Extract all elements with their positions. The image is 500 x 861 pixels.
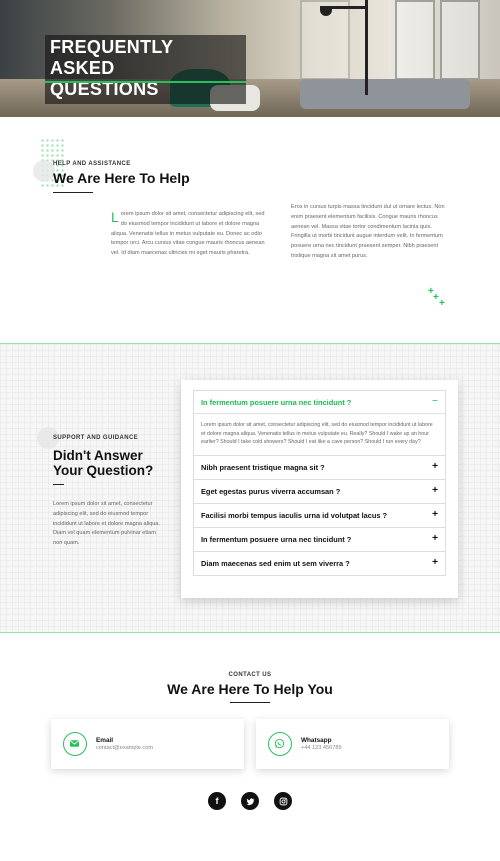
faq-question-toggle[interactable]: In fermentum posuere urna nec tincidunt … (194, 528, 445, 551)
blob-decor (33, 160, 55, 182)
faq-question-toggle[interactable]: Diam maecenas sed enim ut sem viverra ? + (194, 552, 445, 575)
sofa-decor (300, 79, 470, 109)
page-title: FREQUENTLY ASKED QUESTIONS (45, 35, 246, 104)
contact-card-whatsapp[interactable]: Whatsapp +44 123 456789 (256, 719, 449, 769)
help-paragraph-2: Eros in cursus turpis massa tincidunt du… (291, 204, 445, 259)
support-paragraph: Lorem ipsum dolor sit amet, consectetur … (53, 501, 160, 547)
plus-icon[interactable]: + (432, 510, 438, 520)
contact-value[interactable]: contact@example.com (96, 745, 153, 751)
whatsapp-icon (268, 732, 292, 756)
help-paragraph-1-text: orem ipsum dolor sit amet, consectetur a… (111, 211, 265, 257)
plus-icon: + (433, 292, 439, 303)
section-heading: Didn't Answer Your Question? (53, 448, 153, 478)
faq-question-toggle[interactable]: Eget egestas purus viverra accumsan ? + (194, 480, 445, 503)
faq-question: In fermentum posuere urna nec tincidunt … (201, 534, 352, 544)
drop-cap: L (111, 209, 119, 225)
section-heading: We Are Here To Help (53, 170, 190, 186)
faq-question: Diam maecenas sed enim ut sem viverra ? (201, 558, 350, 568)
contact-value[interactable]: +44 123 456789 (301, 745, 342, 751)
heading-underline (53, 484, 64, 485)
facebook-icon[interactable]: f (208, 792, 226, 810)
section-divider (0, 632, 500, 633)
faq-item[interactable]: Facilisi morbi tempus iaculis urna id vo… (193, 503, 446, 528)
faq-item[interactable]: Nibh praesent tristique magna sit ? + (193, 455, 446, 480)
faq-item[interactable]: Eget egestas purus viverra accumsan ? + (193, 479, 446, 504)
window-decor (440, 0, 480, 80)
plus-icon[interactable]: + (432, 462, 438, 472)
faq-question: Nibh praesent tristique magna sit ? (201, 462, 325, 472)
faq-accordion: In fermentum posuere urna nec tincidunt … (193, 390, 446, 576)
faq-item[interactable]: Diam maecenas sed enim ut sem viverra ? + (193, 551, 446, 576)
heading-underline (53, 192, 93, 193)
faq-question: In fermentum posuere urna nec tincidunt … (201, 397, 352, 407)
envelope-icon (63, 732, 87, 756)
title-underline (45, 81, 246, 83)
section-heading-line: Didn't Answer (53, 448, 143, 463)
contact-card-email[interactable]: Email contact@example.com (51, 719, 244, 769)
help-paragraph-1: L orem ipsum dolor sit amet, consectetur… (111, 210, 268, 259)
faq-question: Eget egestas purus viverra accumsan ? (201, 486, 341, 496)
faq-question-toggle[interactable]: Nibh praesent tristique magna sit ? + (194, 456, 445, 479)
faq-question-toggle[interactable]: Facilisi morbi tempus iaculis urna id vo… (194, 504, 445, 527)
section-eyebrow: SUPPORT AND GUIDANCE (53, 435, 139, 441)
faq-question: Facilisi morbi tempus iaculis urna id vo… (201, 510, 388, 520)
plus-icon[interactable]: + (432, 534, 438, 544)
page-title-line: FREQUENTLY ASKED (50, 37, 174, 78)
hero-banner: FREQUENTLY ASKED QUESTIONS (0, 0, 500, 117)
plus-icon: + (439, 298, 445, 309)
heading-underline (230, 702, 270, 703)
faq-item[interactable]: In fermentum posuere urna nec tincidunt … (193, 390, 446, 456)
contact-title: Email (96, 737, 114, 744)
faq-question-toggle[interactable]: In fermentum posuere urna nec tincidunt … (194, 391, 445, 414)
section-heading-line: Your Question? (53, 463, 154, 478)
plus-icon[interactable]: + (432, 558, 438, 568)
lamp-decor (365, 0, 368, 95)
plus-icon[interactable]: + (432, 486, 438, 496)
section-heading: We Are Here To Help You (167, 681, 333, 697)
twitter-icon[interactable] (241, 792, 259, 810)
instagram-icon[interactable] (274, 792, 292, 810)
section-eyebrow: HELP AND ASSISTANCE (53, 161, 131, 167)
section-eyebrow: CONTACT US (228, 672, 272, 678)
minus-icon[interactable]: − (432, 397, 438, 407)
faq-answer: Lorem ipsum dolor sit amet, consectetur … (201, 422, 433, 446)
contact-title: Whatsapp (301, 737, 332, 744)
faq-item[interactable]: In fermentum posuere urna nec tincidunt … (193, 527, 446, 552)
window-decor (395, 0, 435, 80)
facebook-glyph: f (215, 796, 219, 806)
